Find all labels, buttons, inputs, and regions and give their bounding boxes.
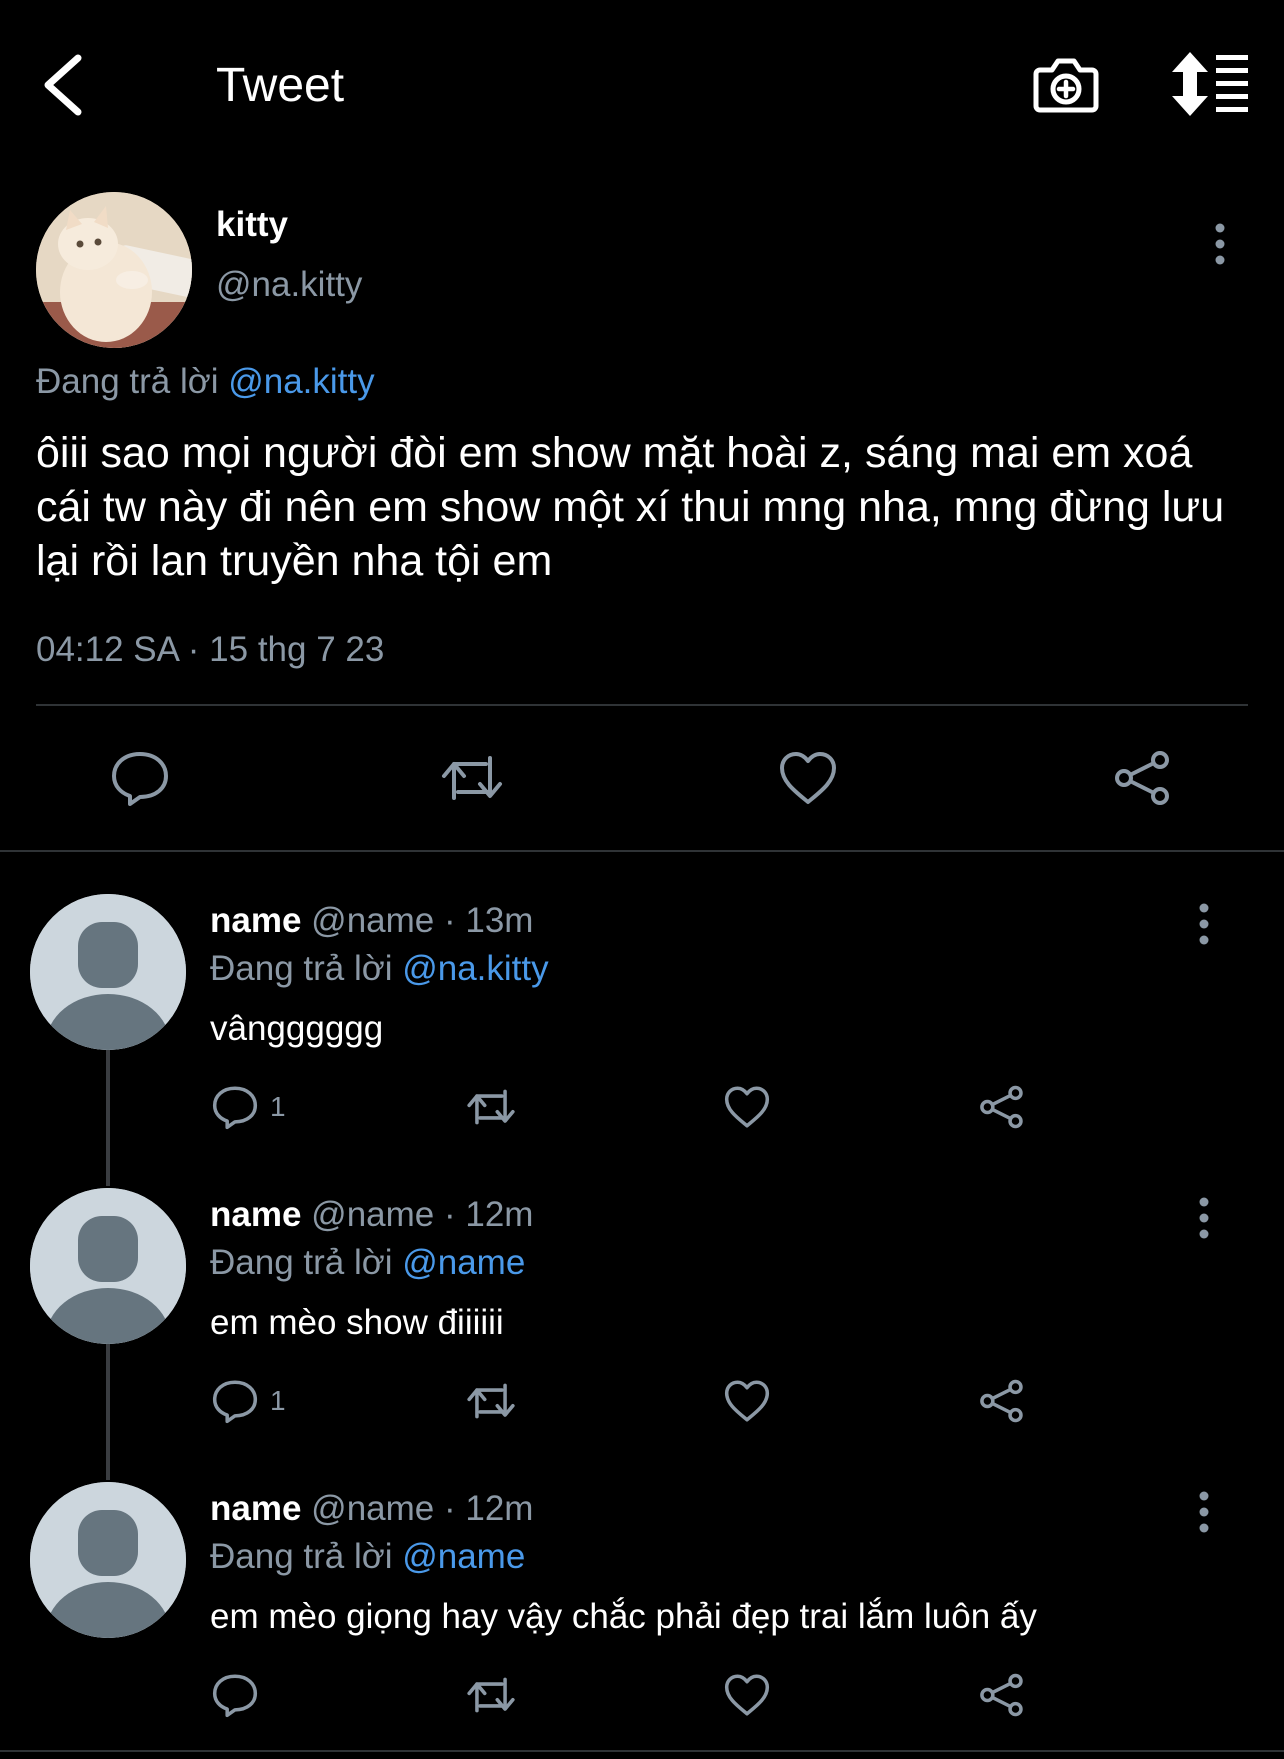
replying-label: Đang trả lời xyxy=(210,1537,393,1576)
reply-author-name[interactable]: name xyxy=(210,1195,301,1234)
author-name[interactable]: kitty xyxy=(216,203,288,247)
reply-author-name[interactable]: name xyxy=(210,1489,301,1528)
share-button[interactable] xyxy=(978,1082,1028,1132)
more-vertical-icon xyxy=(1215,223,1225,265)
reply-meta: name @name · 13m xyxy=(210,898,533,944)
retweet-icon xyxy=(442,756,502,800)
reply-text: em mèo show điiiiii xyxy=(210,1303,504,1342)
back-button[interactable] xyxy=(36,50,96,120)
retweet-button[interactable] xyxy=(466,1670,516,1720)
replying-label: Đang trả lời xyxy=(210,949,393,988)
retweet-button[interactable] xyxy=(466,1376,516,1426)
share-icon xyxy=(980,1379,1023,1423)
like-button[interactable] xyxy=(722,1670,772,1720)
like-button[interactable] xyxy=(722,1082,772,1132)
comment-icon xyxy=(112,752,168,806)
reply-meta: name @name · 12m xyxy=(210,1192,533,1238)
replying-to-link[interactable]: @name xyxy=(402,1243,525,1282)
cat-avatar-image xyxy=(36,192,192,348)
reply-button[interactable]: 1 xyxy=(210,1082,286,1132)
retweet-icon xyxy=(467,1677,515,1713)
share-icon xyxy=(980,1085,1023,1129)
reply-author-handle[interactable]: @name xyxy=(311,901,434,940)
default-avatar-icon xyxy=(30,1482,186,1638)
avatar[interactable] xyxy=(30,1482,186,1638)
replying-to-link[interactable]: @na.kitty xyxy=(228,362,374,401)
divider xyxy=(0,1750,1284,1752)
more-options-button[interactable] xyxy=(1204,220,1236,268)
thread-line xyxy=(106,1344,110,1480)
reply-button[interactable] xyxy=(210,1670,270,1720)
tweet-text: ôiii sao mọi người đòi em show mặt hoài … xyxy=(36,429,1225,585)
replying-to: Đang trả lời @name xyxy=(210,1240,525,1286)
retweet-icon xyxy=(467,1089,515,1125)
more-vertical-icon xyxy=(1199,903,1209,945)
heart-icon xyxy=(724,1086,770,1128)
heart-icon xyxy=(724,1674,770,1716)
camera-button[interactable] xyxy=(1032,50,1100,118)
more-vertical-icon xyxy=(1199,1197,1209,1239)
page-title: Tweet xyxy=(216,59,345,112)
retweet-button[interactable] xyxy=(440,748,504,808)
reply-author-handle[interactable]: @name xyxy=(311,1489,434,1528)
tweet-timestamp: 04:12 SA · 15 thg 7 23 xyxy=(36,630,385,669)
avatar[interactable] xyxy=(30,894,186,1050)
list-item[interactable]: name @name · 13m Đang trả lời @na.kitty … xyxy=(0,894,1284,1188)
heart-icon xyxy=(724,1380,770,1422)
reply-count: 1 xyxy=(270,1091,286,1122)
more-options-button[interactable] xyxy=(1188,1194,1220,1242)
sort-button[interactable] xyxy=(1172,52,1252,116)
replying-label: Đang trả lời xyxy=(36,362,219,401)
like-button[interactable] xyxy=(722,1376,772,1426)
reply-button[interactable] xyxy=(108,748,172,808)
replying-to: Đang trả lời @na.kitty xyxy=(36,360,375,404)
sort-list-icon xyxy=(1172,52,1248,116)
reply-time: · 12m xyxy=(444,1195,534,1234)
avatar[interactable] xyxy=(36,192,192,348)
reply-text: em mèo giọng hay vậy chắc phải đẹp trai … xyxy=(210,1597,1037,1636)
more-vertical-icon xyxy=(1199,1491,1209,1533)
thread-line xyxy=(106,1050,110,1186)
comment-icon xyxy=(212,1674,258,1718)
reply-count: 1 xyxy=(270,1385,286,1416)
camera-plus-icon xyxy=(1033,58,1099,113)
share-icon xyxy=(1115,751,1169,805)
share-button[interactable] xyxy=(978,1670,1028,1720)
list-item[interactable]: name @name · 12m Đang trả lời @name em m… xyxy=(0,1482,1284,1759)
replying-label: Đang trả lời xyxy=(210,1243,393,1282)
list-item[interactable]: name @name · 12m Đang trả lời @name em m… xyxy=(0,1188,1284,1482)
default-avatar-icon xyxy=(30,1188,186,1344)
more-options-button[interactable] xyxy=(1188,900,1220,948)
comment-icon xyxy=(212,1086,258,1130)
avatar[interactable] xyxy=(30,1188,186,1344)
replying-to: Đang trả lời @name xyxy=(210,1534,525,1580)
heart-icon xyxy=(780,752,836,804)
replying-to: Đang trả lời @na.kitty xyxy=(210,946,549,992)
divider xyxy=(0,850,1284,852)
share-button[interactable] xyxy=(1112,748,1176,808)
retweet-button[interactable] xyxy=(466,1082,516,1132)
author-handle[interactable]: @na.kitty xyxy=(216,263,362,307)
share-icon xyxy=(980,1673,1023,1717)
like-button[interactable] xyxy=(776,748,840,808)
replying-to-link[interactable]: @na.kitty xyxy=(402,949,548,988)
reply-author-handle[interactable]: @name xyxy=(311,1195,434,1234)
reply-author-name[interactable]: name xyxy=(210,901,301,940)
default-avatar-icon xyxy=(30,894,186,1050)
retweet-icon xyxy=(467,1383,515,1419)
replying-to-link[interactable]: @name xyxy=(402,1537,525,1576)
reply-time: · 13m xyxy=(444,901,534,940)
reply-button[interactable]: 1 xyxy=(210,1376,286,1426)
share-button[interactable] xyxy=(978,1376,1028,1426)
more-options-button[interactable] xyxy=(1188,1488,1220,1536)
reply-meta: name @name · 12m xyxy=(210,1486,533,1532)
reply-text: vângggggg xyxy=(210,1009,384,1048)
chevron-left-icon xyxy=(44,54,82,116)
reply-time: · 12m xyxy=(444,1489,534,1528)
comment-icon xyxy=(212,1380,258,1424)
divider xyxy=(36,704,1248,706)
